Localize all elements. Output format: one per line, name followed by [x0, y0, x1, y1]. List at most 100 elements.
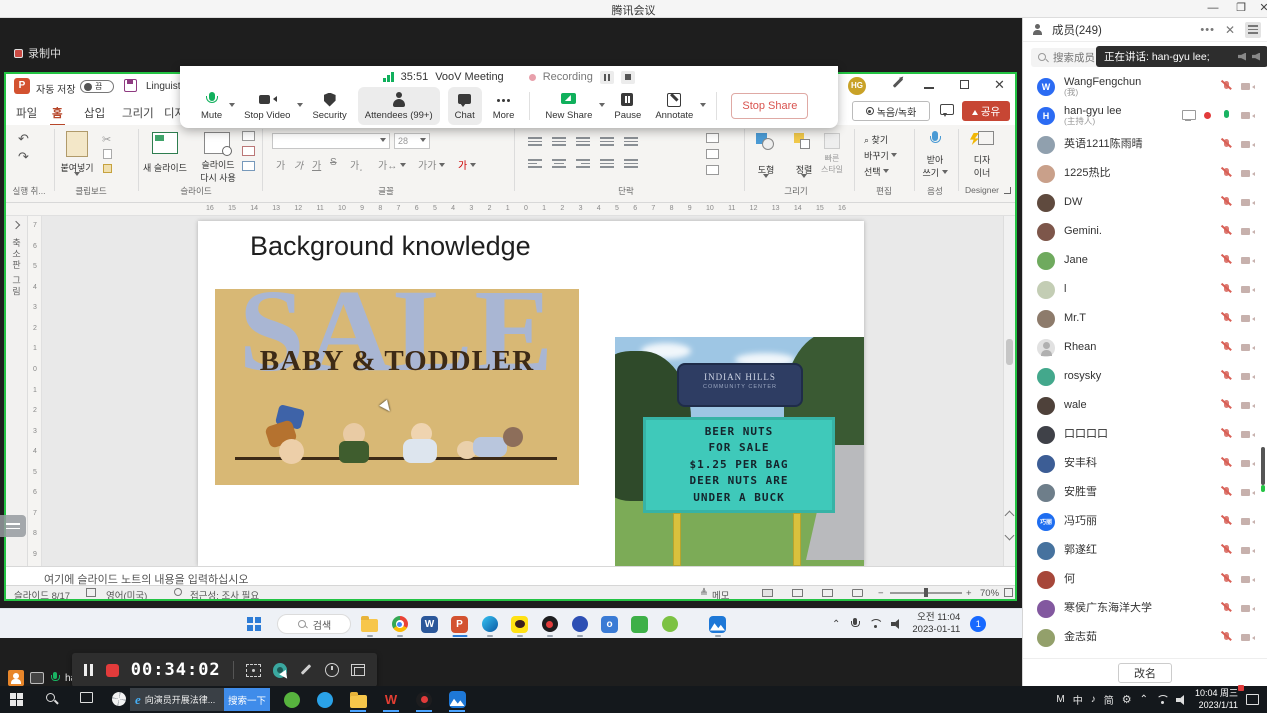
- panel-menu-icon[interactable]: [1245, 22, 1261, 38]
- bullets-icon[interactable]: [528, 135, 542, 146]
- more-button[interactable]: More: [486, 87, 522, 125]
- voov-dock-handle[interactable]: [0, 515, 26, 537]
- comments-icon[interactable]: [940, 104, 954, 115]
- taskbar-search-box[interactable]: 검색: [277, 614, 351, 634]
- normal-view-icon[interactable]: [762, 589, 773, 597]
- rename-button[interactable]: 改名: [1118, 663, 1172, 683]
- camera-off-icon[interactable]: [1241, 342, 1255, 353]
- window-minimize-button[interactable]: —: [1198, 1, 1228, 17]
- panel-close-icon[interactable]: ✕: [1225, 23, 1235, 37]
- recording-stop-button[interactable]: [621, 71, 635, 84]
- chevron-down-icon[interactable]: [229, 103, 235, 110]
- mic-off-icon[interactable]: [1220, 254, 1232, 267]
- member-row[interactable]: rosysky: [1023, 362, 1267, 391]
- camera-off-icon[interactable]: [1241, 429, 1255, 440]
- zoom-slider-thumb[interactable]: [924, 588, 928, 597]
- file-explorer-icon[interactable]: [358, 612, 381, 636]
- camera-off-icon[interactable]: [1241, 632, 1255, 643]
- strikethrough-button[interactable]: S: [330, 157, 337, 168]
- camera-off-icon[interactable]: [1241, 226, 1255, 237]
- member-row[interactable]: Hhan-gyu lee(主持人): [1023, 101, 1267, 130]
- slide-scrollbar[interactable]: [1003, 216, 1015, 566]
- mic-on-icon[interactable]: [1220, 109, 1232, 122]
- timer-icon[interactable]: [325, 663, 339, 677]
- mute-button[interactable]: Mute: [194, 87, 229, 125]
- mic-off-icon[interactable]: [1220, 399, 1232, 412]
- slide-canvas[interactable]: Background knowledge SALE BABY & TODDLER: [42, 216, 1003, 566]
- word-icon[interactable]: W: [418, 612, 441, 636]
- green-app-icon[interactable]: [628, 612, 651, 636]
- mic-off-icon[interactable]: [1220, 428, 1232, 441]
- slide[interactable]: Background knowledge SALE BABY & TODDLER: [198, 221, 864, 566]
- camera-off-icon[interactable]: [1241, 545, 1255, 556]
- zoom-level[interactable]: 70%: [980, 588, 999, 599]
- autosave-toggle[interactable]: 끔: [80, 80, 114, 93]
- mic-off-icon[interactable]: [1220, 631, 1232, 644]
- font-name-combobox[interactable]: [272, 133, 390, 149]
- text-direction-icon[interactable]: [706, 133, 719, 143]
- region-select-icon[interactable]: [246, 664, 261, 677]
- line-spacing-icon[interactable]: [624, 135, 638, 146]
- member-row[interactable]: 安丰科: [1023, 449, 1267, 478]
- columns-icon[interactable]: [624, 157, 638, 168]
- member-row[interactable]: 英语1211陈雨晴: [1023, 130, 1267, 159]
- stop-share-button[interactable]: Stop Share: [731, 93, 808, 119]
- ime-mode-icon[interactable]: 简: [1104, 692, 1114, 707]
- mic-off-icon[interactable]: [1220, 457, 1232, 470]
- accessibility-status[interactable]: 접근성: 조사 필요: [190, 588, 259, 599]
- action-center-icon[interactable]: [1246, 694, 1259, 705]
- dictate-icon[interactable]: [928, 131, 942, 149]
- section-icon[interactable]: [242, 161, 255, 171]
- notes-pane[interactable]: 여기에 슬라이드 노트의 내용을 입력하십시오: [6, 566, 1015, 585]
- volume-icon[interactable]: [1176, 695, 1187, 705]
- wps-icon[interactable]: W: [379, 687, 403, 712]
- notes-toggle-button[interactable]: 메모: [712, 588, 729, 599]
- file-explorer-icon[interactable]: [346, 687, 370, 712]
- slide-title[interactable]: Background knowledge: [250, 231, 531, 262]
- redo-icon[interactable]: ↷: [18, 149, 29, 165]
- microphone-tray-icon[interactable]: [850, 618, 859, 630]
- mic-off-icon[interactable]: [1220, 80, 1232, 93]
- mic-off-icon[interactable]: [1220, 312, 1232, 325]
- layout-icon[interactable]: [242, 131, 255, 141]
- expand-thumbnails-icon[interactable]: [12, 221, 20, 229]
- font-color-button[interactable]: 가: [458, 157, 476, 172]
- zoom-out-button[interactable]: −: [878, 588, 884, 599]
- member-row[interactable]: Rhean: [1023, 333, 1267, 362]
- camera-off-icon[interactable]: [1241, 574, 1255, 585]
- chevron-down-icon[interactable]: [599, 103, 605, 110]
- reading-view-icon[interactable]: [822, 589, 833, 597]
- zoom-in-button[interactable]: +: [966, 588, 972, 599]
- select-button[interactable]: 선택: [864, 165, 908, 178]
- member-row[interactable]: wale: [1023, 391, 1267, 420]
- member-row[interactable]: l: [1023, 275, 1267, 304]
- chat-button[interactable]: Chat: [448, 87, 482, 125]
- collapse-ribbon-icon[interactable]: [1004, 187, 1011, 194]
- shapes-icon[interactable]: [756, 133, 776, 151]
- green-shield-icon[interactable]: [280, 687, 304, 712]
- mic-off-icon[interactable]: [1220, 341, 1232, 354]
- voice-icon[interactable]: ♪: [1091, 694, 1096, 705]
- camera-off-icon[interactable]: [1241, 139, 1255, 150]
- text-shadow-button[interactable]: 가˯: [350, 157, 363, 172]
- camera-off-icon[interactable]: [1241, 400, 1255, 411]
- camera-off-icon[interactable]: [1241, 284, 1255, 295]
- attendees-99-button[interactable]: Attendees (99+): [358, 87, 440, 125]
- save-icon[interactable]: [124, 79, 137, 92]
- webcam-icon[interactable]: [273, 663, 288, 678]
- pinwheel-app-icon[interactable]: [110, 690, 127, 707]
- camera-off-icon[interactable]: [1241, 110, 1255, 121]
- member-row[interactable]: 1225热比: [1023, 159, 1267, 188]
- align-text-icon[interactable]: [706, 149, 719, 159]
- wifi-icon[interactable]: [869, 619, 881, 629]
- member-row[interactable]: 寒侯广东海洋大学: [1023, 594, 1267, 623]
- security-button[interactable]: Security: [305, 87, 353, 125]
- task-view-icon[interactable]: [80, 692, 93, 703]
- gear-icon[interactable]: ⚙: [1122, 693, 1132, 706]
- quick-styles-button[interactable]: 빠른: [825, 154, 840, 163]
- reuse-slides-button[interactable]: 슬라이드: [201, 160, 234, 170]
- mic-off-icon[interactable]: [1220, 283, 1232, 296]
- numbering-icon[interactable]: [552, 135, 566, 146]
- paste-icon[interactable]: [66, 131, 88, 157]
- reuse-slides-icon[interactable]: [204, 132, 230, 154]
